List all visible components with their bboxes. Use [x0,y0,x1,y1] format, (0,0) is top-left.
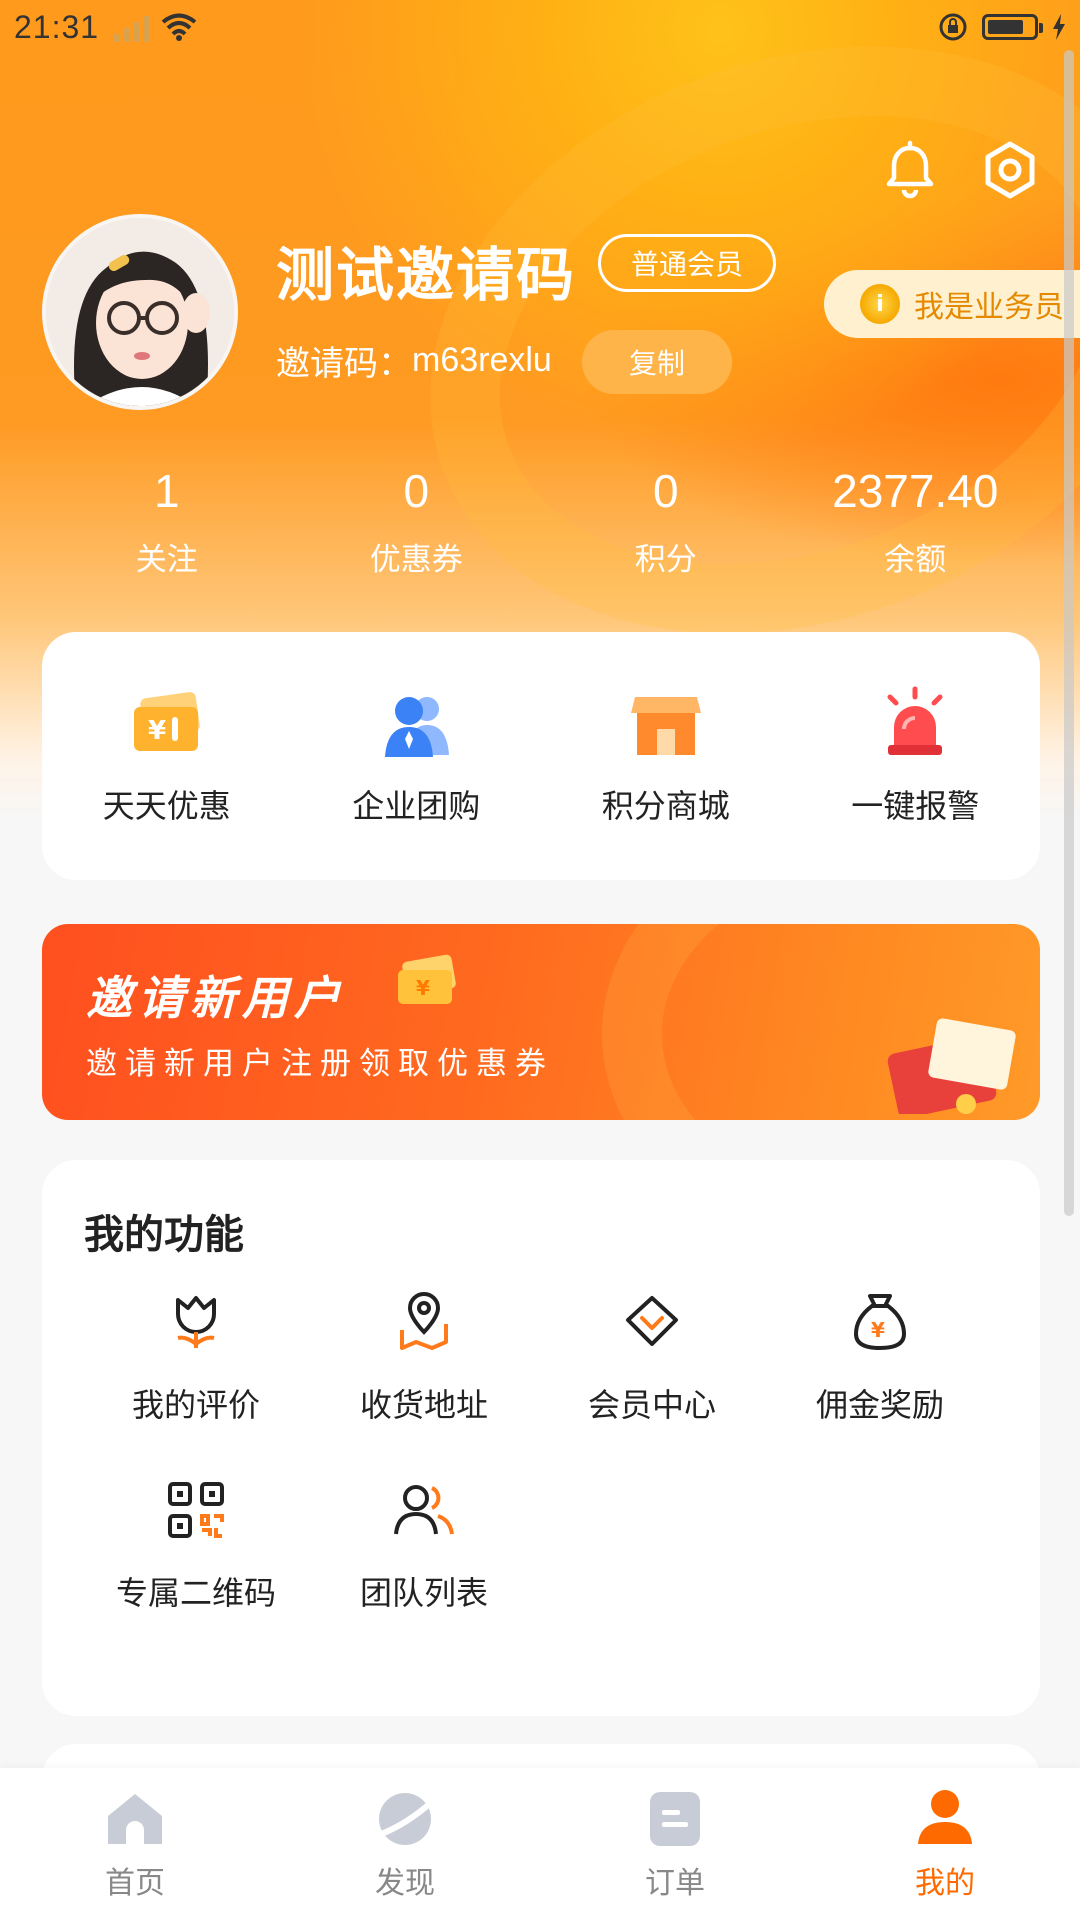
alarm-light-icon [887,686,943,755]
invite-code-row: 邀请码： m63rexlu [276,336,552,385]
function-my-reviews[interactable]: 我的评价 [82,1290,310,1426]
tab-label: 订单 [645,1866,705,1901]
stat-value: 2377.40 [832,465,999,517]
rotation-lock-icon [939,13,967,41]
stat-coupons[interactable]: 0 优惠券 [292,460,542,579]
quick-action-group-buy[interactable]: 企业团购 [292,685,542,827]
charging-icon [1053,14,1065,40]
settings-gear-icon[interactable] [980,140,1040,200]
coin-icon: i [860,284,900,324]
stats-row: 1 关注 0 优惠券 0 积分 2377.40 余额 [42,460,1040,579]
function-commission-reward[interactable]: ¥ 佣金奖励 [766,1290,994,1426]
group-people-icon [385,697,450,757]
stat-points[interactable]: 0 积分 [541,460,791,579]
tab-home[interactable]: 首页 [0,1768,270,1920]
notification-bell-icon[interactable] [880,140,940,200]
stat-balance[interactable]: 2377.40 余额 [791,460,1041,579]
copy-invite-code-button[interactable]: 复制 [582,330,732,394]
status-time: 21:31 [14,8,100,45]
salesperson-button[interactable]: i 我是业务员 [824,270,1080,338]
function-label: 我的评价 [131,1386,260,1424]
tab-label: 发现 [375,1866,435,1901]
planet-icon [373,1793,437,1845]
store-icon [630,697,701,755]
stat-label: 优惠券 [369,542,463,578]
bottom-tab-bar: 首页 发现 订单 我的 [0,1768,1080,1920]
tab-discover[interactable]: 发现 [270,1768,540,1920]
function-shipping-address[interactable]: 收货地址 [310,1290,538,1426]
tab-label: 首页 [105,1866,165,1901]
functions-grid: 我的评价 收货地址 会员中心 ¥ 佣金奖励 专属二维码 团队列表 [82,1290,994,1614]
stat-label: 余额 [884,542,947,578]
function-member-center[interactable]: 会员中心 [538,1290,766,1426]
tab-label: 我的 [915,1866,975,1901]
stat-value: 1 [153,465,180,517]
wifi-icon [161,13,197,41]
team-icon [394,1485,454,1535]
function-label: 会员中心 [587,1386,716,1424]
home-icon [108,1794,162,1844]
invite-new-user-banner[interactable]: 邀请新用户 ¥ 邀请新用户注册领取优惠券 [42,924,1040,1120]
order-icon [650,1792,700,1846]
function-label: 专属二维码 [115,1574,276,1612]
status-bar: 21:31 [0,0,1080,54]
invite-code-value: m63rexlu [412,341,552,379]
stat-value: 0 [652,465,679,517]
section-title: 我的功能 [84,1212,244,1258]
banner-subtitle: 邀请新用户注册领取优惠券 [86,1046,554,1082]
my-functions-card: 我的功能 我的评价 收货地址 会员中心 ¥ 佣金奖励 专属二维码 团队列表 [42,1160,1040,1716]
quick-action-points-mall[interactable]: 积分商城 [541,685,791,827]
location-map-icon [400,1291,448,1350]
banner-coupon-icon: ¥ [398,954,456,1004]
scrollbar[interactable] [1064,50,1074,1216]
money-bag-icon: ¥ [853,1294,907,1351]
tab-mine[interactable]: 我的 [810,1768,1080,1920]
qr-code-icon [168,1482,224,1538]
quick-action-daily-deals[interactable]: ¥ 天天优惠 [42,685,292,827]
quick-action-label: 企业团购 [352,787,481,825]
signal-icon [113,12,150,42]
function-label: 收货地址 [359,1386,488,1424]
stat-label: 积分 [634,542,697,578]
stat-label: 关注 [135,542,198,578]
quick-actions-card: ¥ 天天优惠 企业团购 积分商城 一键报警 [42,632,1040,880]
function-exclusive-qr-code[interactable]: 专属二维码 [82,1478,310,1614]
quick-action-label: 积分商城 [601,787,730,825]
battery-icon [982,14,1043,40]
svg-text:¥: ¥ [148,716,166,746]
function-team-list[interactable]: 团队列表 [310,1478,538,1614]
member-level-badge[interactable]: 普通会员 [598,234,776,292]
quick-action-label: 天天优惠 [102,787,231,825]
svg-text:¥: ¥ [416,976,430,1000]
flower-icon [176,1296,216,1348]
user-icon [918,1790,972,1844]
user-name: 测试邀请码 [276,241,577,309]
stat-follow[interactable]: 1 关注 [42,460,292,579]
quick-action-emergency-alarm[interactable]: 一键报警 [791,685,1041,827]
diamond-icon [626,1296,678,1346]
coupon-ticket-icon: ¥ [133,692,200,751]
quick-action-label: 一键报警 [851,787,980,825]
salesperson-label: 我是业务员 [914,290,1064,325]
user-avatar[interactable] [42,214,238,410]
avatar-portrait-image [46,218,234,406]
tab-orders[interactable]: 订单 [540,1768,810,1920]
invite-code-label: 邀请码： [276,344,412,384]
stat-value: 0 [403,465,430,517]
banner-title: 邀请新用户 [86,971,346,1025]
function-label: 佣金奖励 [815,1386,944,1424]
svg-text:¥: ¥ [871,1318,885,1342]
function-label: 团队列表 [359,1574,488,1612]
red-envelope-illustration [887,1018,1016,1114]
